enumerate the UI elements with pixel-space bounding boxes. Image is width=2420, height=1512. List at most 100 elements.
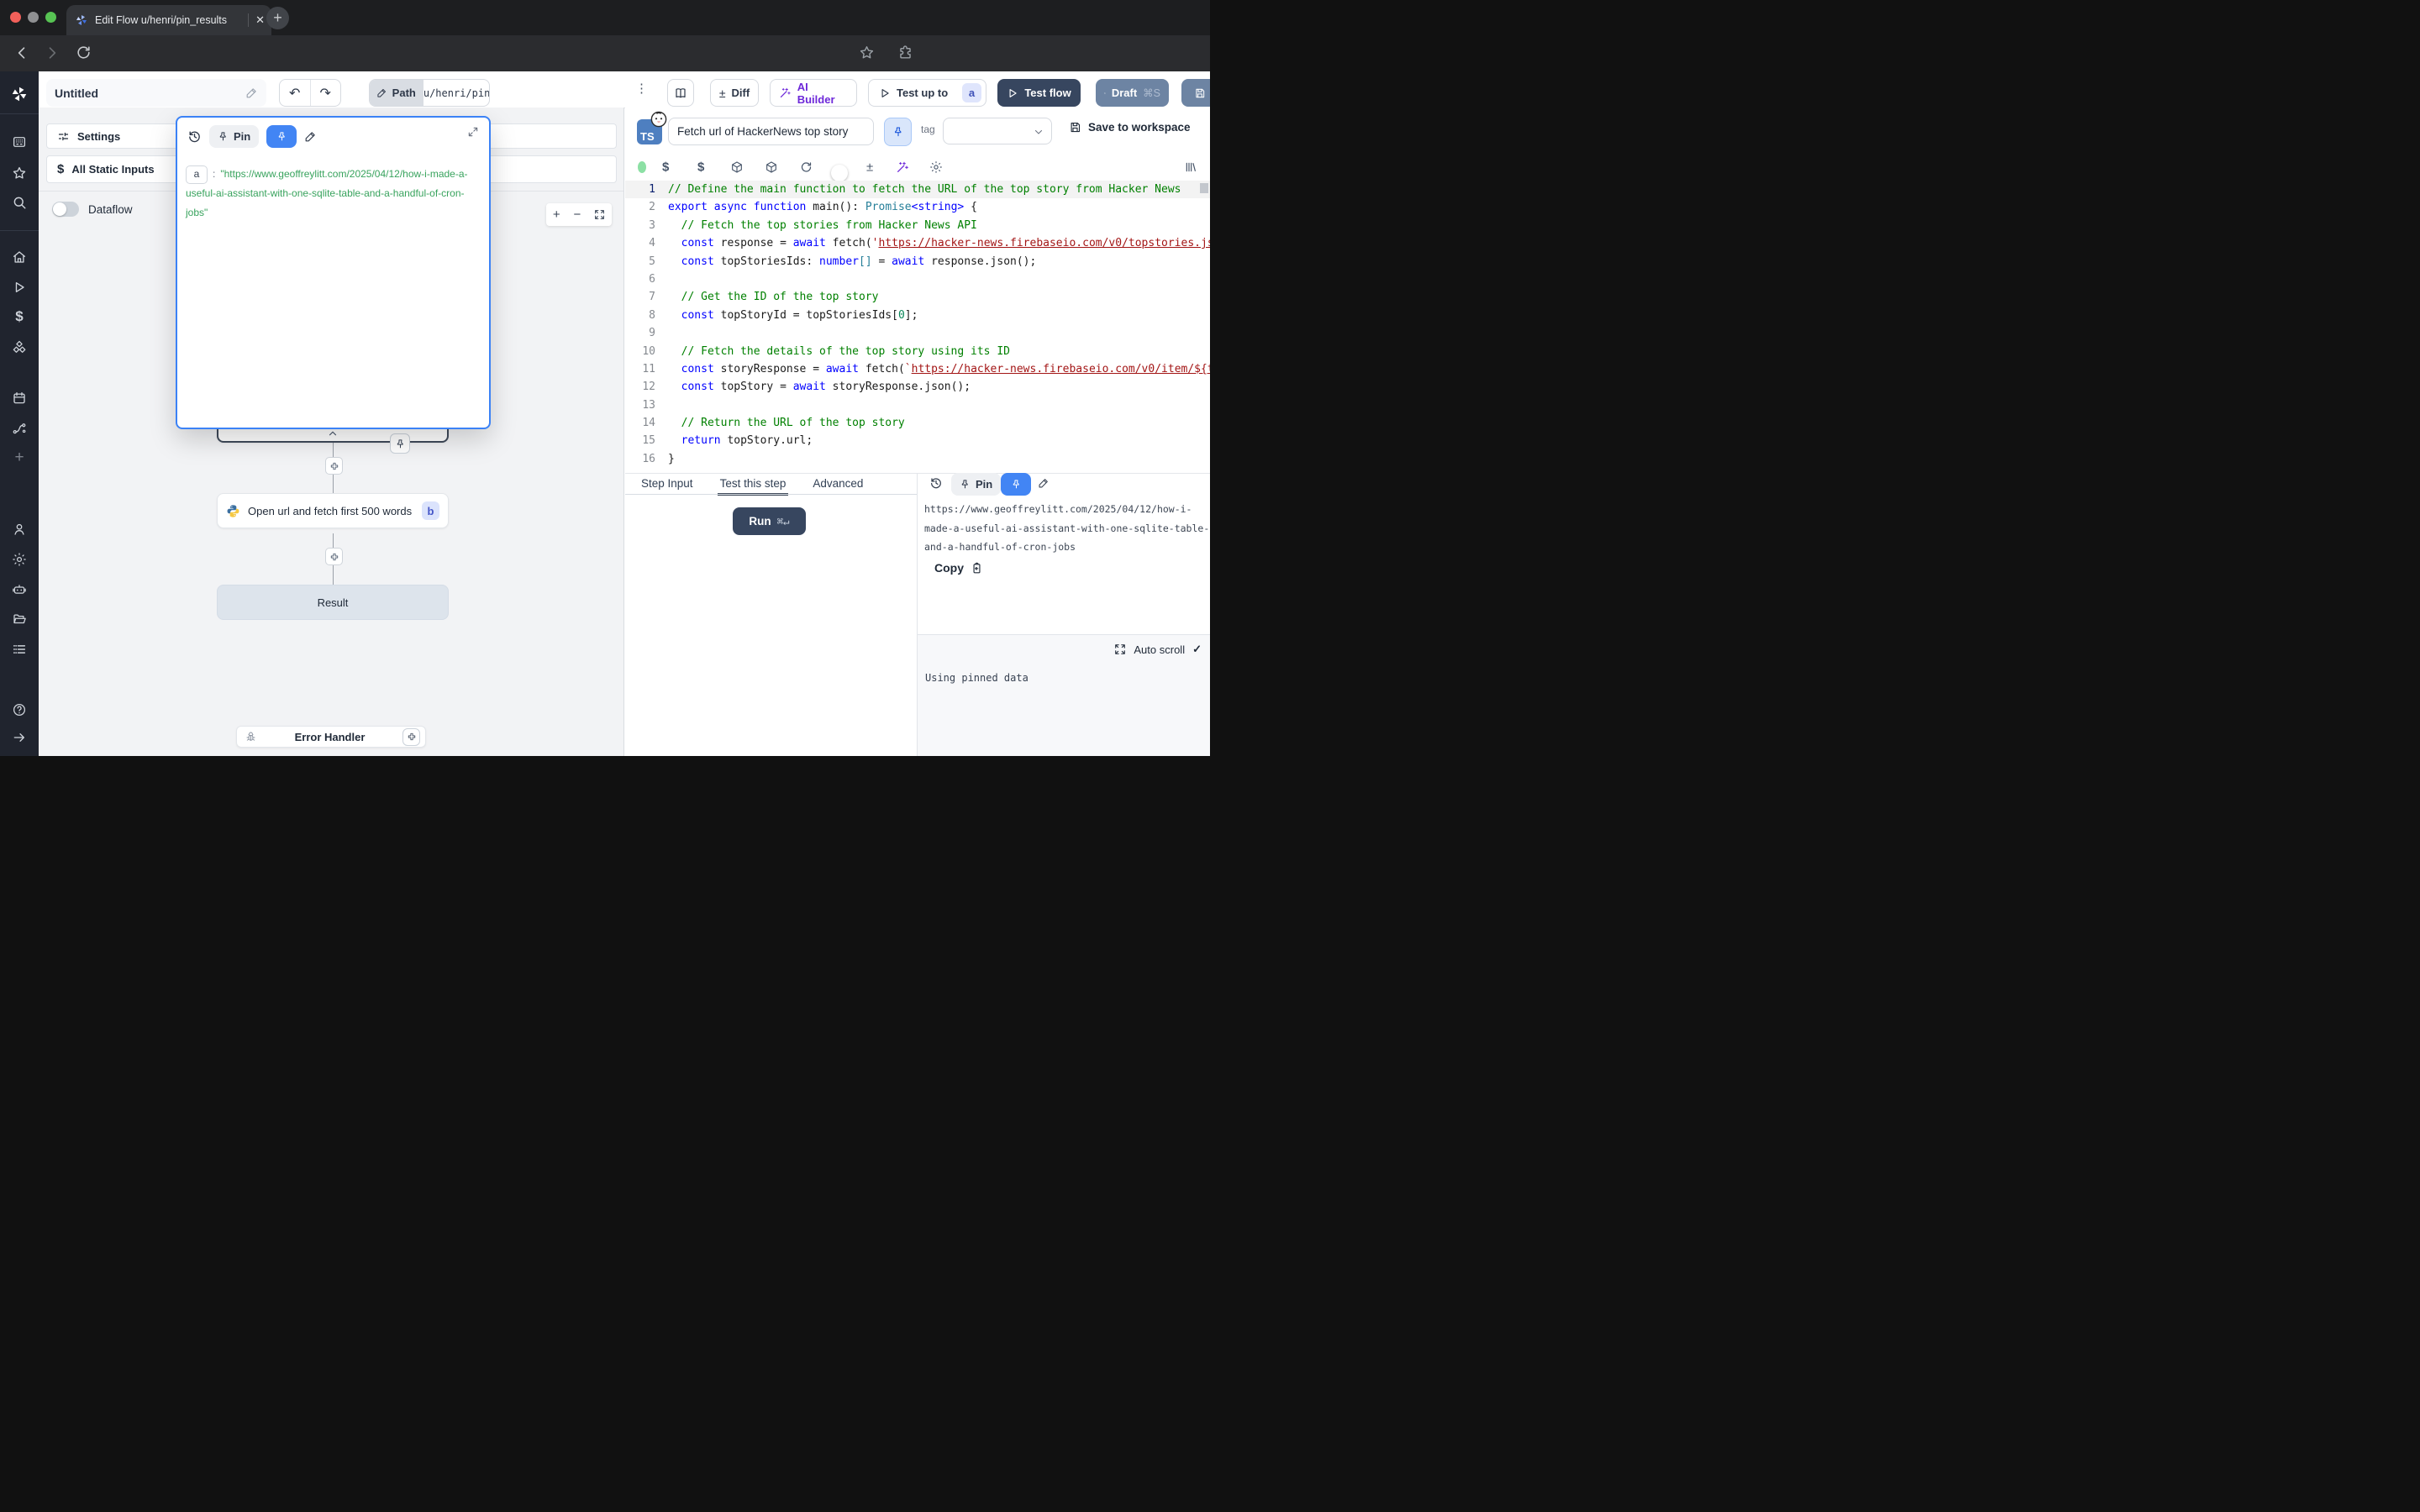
sidebar-item-add-icon[interactable]: + bbox=[14, 449, 24, 467]
history-icon[interactable] bbox=[187, 129, 202, 144]
save-to-workspace-button[interactable]: Save to workspace bbox=[1069, 121, 1191, 134]
step-a-badge[interactable]: a bbox=[962, 83, 981, 102]
pin-icon bbox=[218, 131, 229, 142]
sidebar-item-routes-icon[interactable] bbox=[12, 421, 27, 436]
editor-settings-icon[interactable] bbox=[929, 160, 943, 174]
edit-result-pencil-icon[interactable] bbox=[1038, 477, 1050, 489]
zoom-out-icon[interactable]: − bbox=[573, 207, 581, 222]
result-pin-active-button[interactable] bbox=[1001, 473, 1031, 496]
graph-zoom-controls: + − bbox=[546, 203, 612, 226]
zoom-in-icon[interactable]: + bbox=[553, 207, 560, 222]
sliders-icon bbox=[57, 130, 70, 143]
sidebar-item-home-icon[interactable] bbox=[12, 249, 27, 265]
sidebar-item-search-icon[interactable] bbox=[12, 195, 27, 210]
tab-step-input[interactable]: Step Input bbox=[639, 474, 696, 496]
add-error-handler-button[interactable] bbox=[402, 728, 420, 746]
sidebar-item-resources-icon[interactable] bbox=[12, 340, 28, 356]
close-window-button[interactable] bbox=[10, 12, 21, 23]
minimize-window-button[interactable] bbox=[28, 12, 39, 23]
sidebar-item-favorites-icon[interactable] bbox=[12, 165, 27, 181]
add-step-button[interactable] bbox=[325, 457, 343, 475]
tab-advanced[interactable]: Advanced bbox=[810, 474, 865, 496]
sidebar-expand-icon[interactable] bbox=[13, 731, 27, 745]
reset-icon[interactable] bbox=[800, 161, 813, 174]
window-controls bbox=[10, 12, 56, 23]
sidebar-item-folders-icon[interactable] bbox=[12, 612, 27, 627]
step-name-input[interactable] bbox=[668, 118, 874, 145]
sidebar-item-logs-icon[interactable] bbox=[12, 642, 27, 657]
path-control[interactable]: Path u/henri/pin bbox=[369, 79, 490, 107]
sidebar-item-apps-icon[interactable] bbox=[12, 134, 27, 150]
package-icon[interactable] bbox=[730, 160, 744, 174]
pin-toggle-button[interactable]: Pin bbox=[209, 125, 259, 148]
json-key-badge[interactable]: a bbox=[186, 165, 208, 184]
sidebar-item-help-icon[interactable] bbox=[12, 702, 27, 717]
forward-icon[interactable] bbox=[44, 45, 60, 61]
copy-button[interactable]: Copy bbox=[934, 561, 983, 575]
node-a-pin-badge[interactable] bbox=[390, 433, 410, 454]
extensions-icon[interactable] bbox=[897, 45, 913, 60]
sidebar-item-settings-icon[interactable] bbox=[12, 552, 27, 567]
path-value: u/henri/pin bbox=[424, 87, 490, 99]
edit-name-pencil-icon[interactable] bbox=[245, 87, 258, 99]
back-icon[interactable] bbox=[13, 45, 30, 61]
settings-label: Settings bbox=[77, 130, 120, 143]
undo-redo-group: ↶ ↷ bbox=[279, 79, 341, 107]
bookmark-star-icon[interactable] bbox=[859, 45, 875, 60]
pinned-data-popup: Pin a : "https://www.geoffreylitt.com/20… bbox=[176, 116, 491, 429]
diff-icon[interactable]: ± bbox=[866, 160, 873, 175]
redo-button[interactable]: ↷ bbox=[311, 85, 341, 102]
sidebar-item-users-icon[interactable] bbox=[12, 522, 27, 537]
flow-node-b[interactable]: Open url and fetch first 500 words of ..… bbox=[217, 493, 449, 528]
diff-button[interactable]: ± Diff bbox=[710, 79, 759, 107]
pin-label: Pin bbox=[234, 130, 250, 143]
deploy-button[interactable]: Deploy bbox=[1181, 79, 1210, 107]
editor-scrollbar[interactable] bbox=[1200, 183, 1208, 193]
flow-name-field[interactable]: Untitled bbox=[46, 79, 266, 107]
flow-node-result[interactable]: Result bbox=[217, 585, 449, 620]
tag-select[interactable] bbox=[943, 118, 1052, 144]
close-tab-icon[interactable]: ✕ bbox=[255, 13, 265, 27]
ai-builder-button[interactable]: AI Builder bbox=[770, 79, 857, 107]
maximize-window-button[interactable] bbox=[45, 12, 56, 23]
expand-log-icon[interactable] bbox=[1114, 643, 1126, 655]
sidebar-item-variables-icon[interactable]: $ bbox=[15, 308, 23, 325]
pin-icon bbox=[276, 131, 287, 142]
reload-icon[interactable] bbox=[76, 45, 92, 60]
step-pin-button[interactable] bbox=[884, 118, 912, 146]
json-colon: : bbox=[213, 165, 215, 184]
history-icon[interactable] bbox=[929, 476, 943, 490]
variables-icon[interactable]: $ bbox=[662, 160, 669, 175]
auto-scroll-control[interactable]: Auto scroll ✓ bbox=[1114, 643, 1202, 656]
undo-button[interactable]: ↶ bbox=[280, 85, 310, 102]
browser-tab[interactable]: Edit Flow u/henri/pin_results ✕ bbox=[66, 5, 271, 35]
edit-pinned-pencil-icon[interactable] bbox=[304, 130, 317, 143]
sidebar-item-runs-icon[interactable] bbox=[13, 281, 27, 295]
add-step-button[interactable] bbox=[325, 548, 343, 565]
dataflow-toggle[interactable] bbox=[52, 202, 79, 217]
fit-view-icon[interactable] bbox=[594, 209, 605, 220]
docs-button[interactable] bbox=[667, 79, 694, 107]
ai-assistant-icon[interactable] bbox=[896, 160, 909, 174]
flow-node-error-handler[interactable]: Error Handler bbox=[236, 726, 426, 748]
screen: Edit Flow u/henri/pin_results ✕ + app.wi… bbox=[0, 0, 1210, 756]
diff-label: Diff bbox=[732, 87, 750, 99]
pin-active-button[interactable] bbox=[266, 125, 297, 148]
resources-icon[interactable]: $ bbox=[697, 160, 704, 175]
run-button[interactable]: Run ⌘↵ bbox=[733, 507, 806, 535]
code-editor[interactable]: 1// Define the main function to fetch th… bbox=[625, 181, 1210, 473]
expand-popup-icon[interactable] bbox=[467, 126, 479, 138]
more-options-icon[interactable]: ⋮ bbox=[635, 81, 648, 96]
sidebar-item-workers-icon[interactable] bbox=[12, 582, 27, 597]
tab-test-this-step[interactable]: Test this step bbox=[718, 474, 789, 496]
sidebar-item-schedules-icon[interactable] bbox=[12, 391, 27, 406]
package-icon[interactable] bbox=[765, 160, 778, 174]
windmill-logo-icon[interactable] bbox=[10, 85, 29, 103]
chevron-down-icon bbox=[1033, 126, 1044, 138]
new-tab-button[interactable]: + bbox=[266, 7, 289, 29]
test-up-to-button[interactable]: Test up to a bbox=[868, 79, 986, 107]
draft-button[interactable]: Draft ⌘S bbox=[1096, 79, 1169, 107]
library-icon[interactable] bbox=[1184, 160, 1197, 174]
test-flow-button[interactable]: Test flow bbox=[997, 79, 1081, 107]
result-pin-toggle-button[interactable]: Pin bbox=[951, 473, 1001, 496]
